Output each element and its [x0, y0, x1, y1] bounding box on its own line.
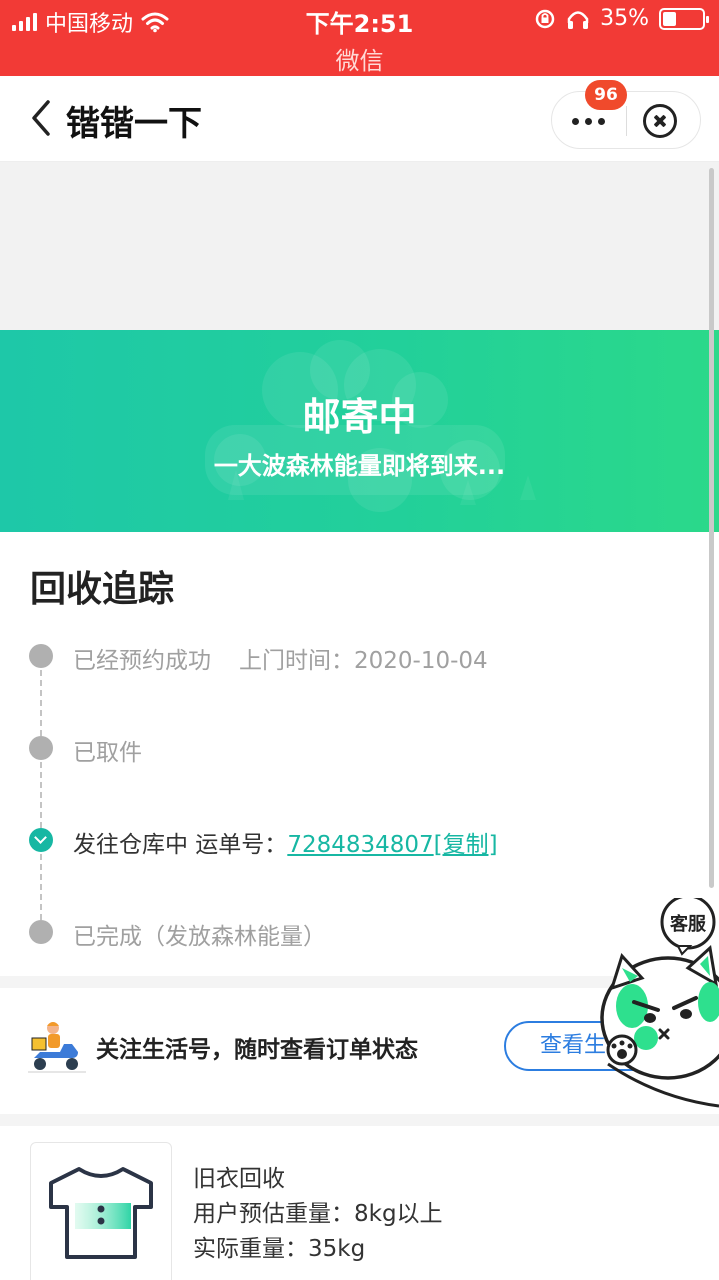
item-thumbnail: [30, 1142, 172, 1280]
banner-subtitle: 一大波森林能量即将到来...: [213, 452, 506, 480]
status-right: 35%: [534, 6, 709, 31]
mascot-cat-icon[interactable]: 客服: [598, 898, 719, 1108]
page-title: 锴锴一下: [66, 104, 202, 144]
tracking-title: 回收追踪: [30, 569, 175, 610]
more-dots-icon[interactable]: [572, 118, 605, 125]
item-details: 旧衣回收 用户预估重量：8kg以上 实际重量：35kg: [193, 1162, 443, 1267]
step-booked-label: 已经预约成功: [73, 648, 211, 674]
step-shipping-label: 发往仓库中 运单号：: [73, 832, 288, 858]
capsule-divider: [626, 106, 627, 136]
customer-service-label: 客服: [670, 913, 707, 935]
follow-prompt: 关注生活号，随时查看订单状态: [96, 1037, 418, 1063]
app-name: 微信: [335, 47, 384, 75]
status-banner: 邮寄中 一大波森林能量即将到来...: [0, 330, 719, 532]
step-dot-completed: [29, 920, 53, 944]
headphones-icon: [567, 10, 589, 29]
timeline-connector: [40, 762, 42, 828]
step-picked: 已取件: [73, 740, 142, 766]
item-name: 旧衣回收: [193, 1166, 285, 1192]
check-icon: [29, 828, 53, 852]
scrollbar[interactable]: [709, 168, 714, 888]
step-dot-booked: [29, 644, 53, 668]
rotation-lock-icon: [535, 9, 555, 28]
notification-badge: 96: [585, 80, 627, 110]
item-estimated-weight: 用户预估重量：8kg以上: [193, 1201, 443, 1227]
scooter-courier-icon: [28, 1022, 86, 1073]
timeline-connector: [40, 854, 42, 920]
timeline-connector: [40, 670, 42, 736]
section-divider: [0, 1114, 719, 1126]
battery-icon: [659, 7, 709, 30]
pickup-time: 上门时间：2020-10-04: [239, 648, 488, 674]
close-circle-icon[interactable]: [643, 104, 677, 138]
top-spacer: [0, 162, 719, 330]
step-shipping: 发往仓库中 运单号：7284834807[复制]: [73, 825, 498, 859]
item-actual-weight: 实际重量：35kg: [193, 1236, 366, 1262]
step-dot-picked: [29, 736, 53, 760]
back-chevron-icon[interactable]: [28, 98, 54, 138]
step-booked: 已经预约成功 上门时间：2020-10-04: [73, 641, 488, 675]
step-completed: 已完成（发放森林能量）: [73, 924, 326, 950]
tracking-number-link[interactable]: 7284834807: [287, 832, 433, 858]
battery-percent: 35%: [600, 6, 649, 31]
banner-title: 邮寄中: [302, 395, 417, 439]
status-bar: 中国移动 下午2:51 微信 35%: [0, 0, 719, 76]
tshirt-icon: [49, 1167, 153, 1259]
copy-link[interactable]: [复制]: [434, 832, 498, 858]
